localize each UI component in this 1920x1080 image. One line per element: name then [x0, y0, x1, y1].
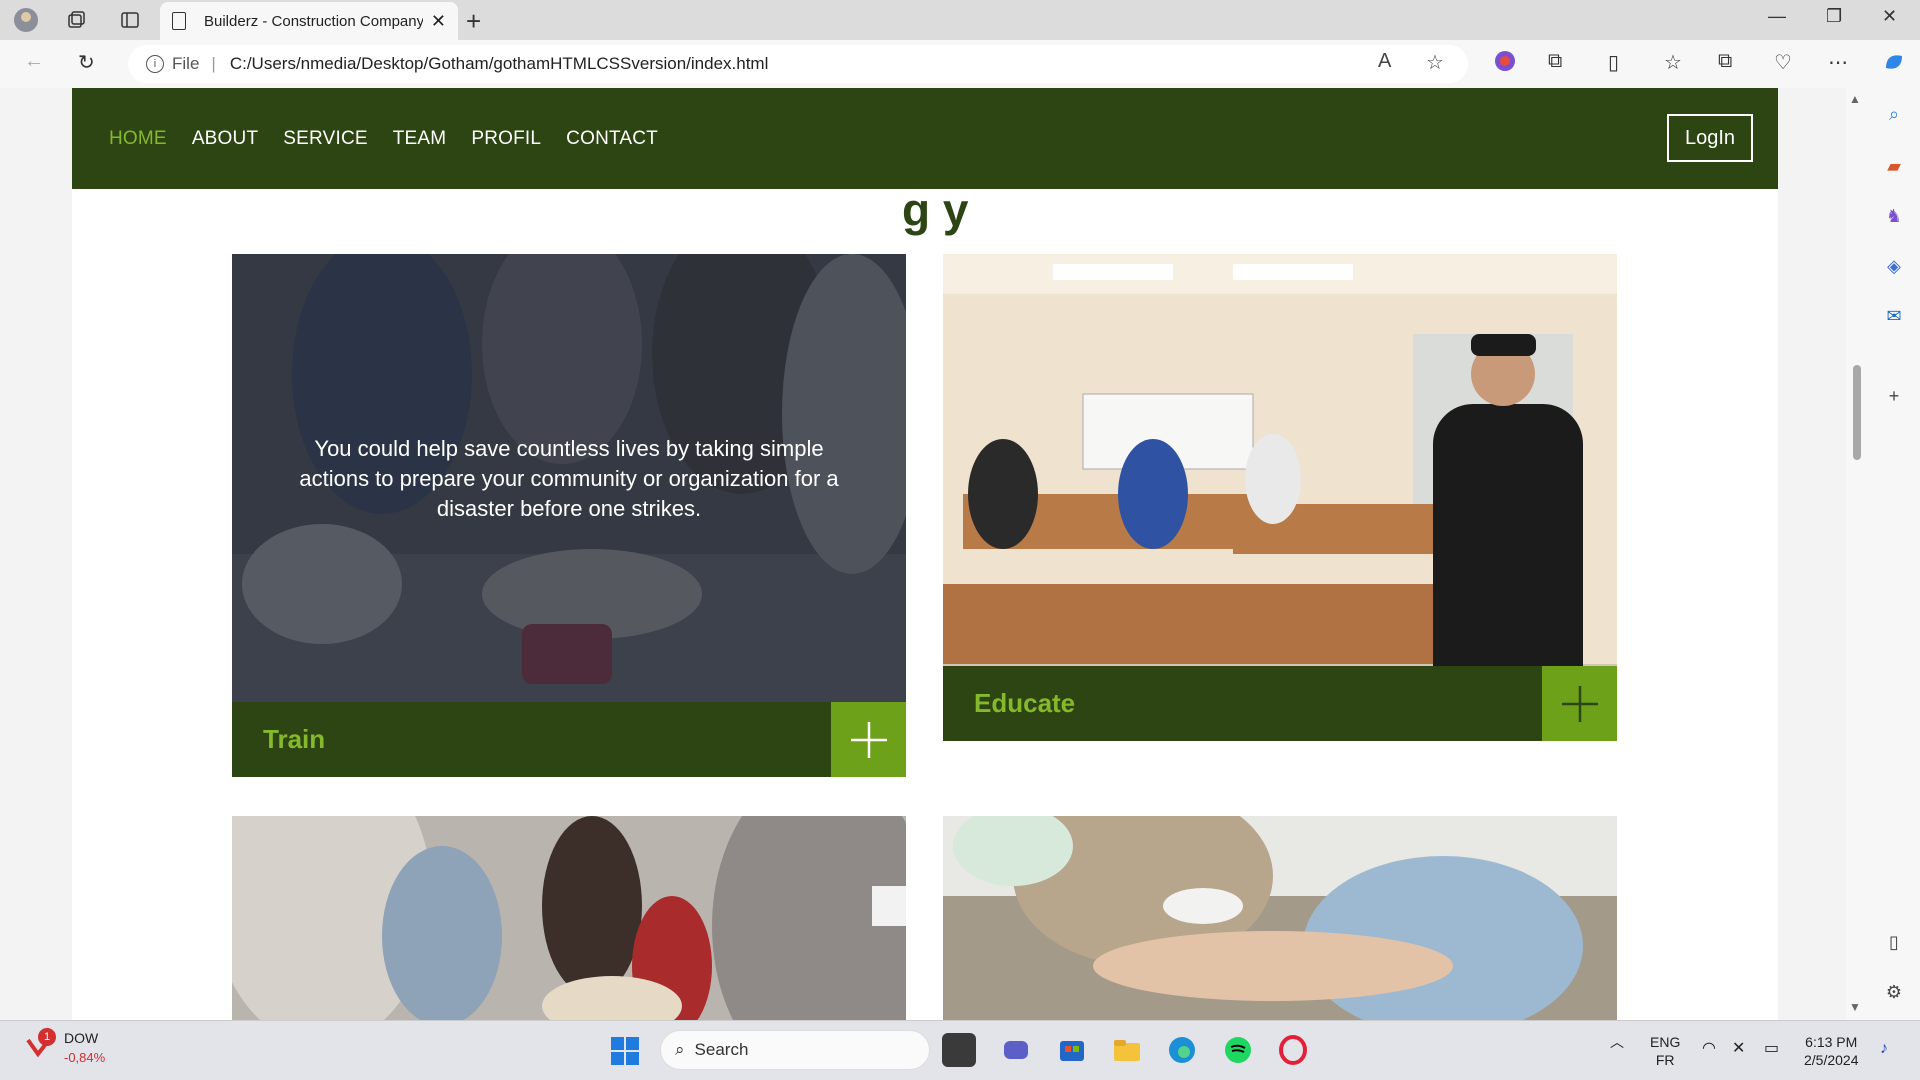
card-train-title[interactable]: Train [263, 724, 325, 755]
search-icon: ⌕ [675, 1040, 685, 1059]
extensions-icon[interactable]: ⧉ [1548, 50, 1562, 73]
notification-badge: 1 [38, 1028, 56, 1046]
language-top: ENG [1650, 1034, 1681, 1050]
minimize-icon[interactable]: — [1768, 6, 1786, 27]
show-hidden-icons[interactable]: ︿ [1610, 1033, 1624, 1051]
card-overlay-text: You could help save countless lives by t… [299, 436, 839, 521]
search-icon[interactable]: ⌕ [1880, 100, 1908, 128]
stock-change: -0,84% [64, 1050, 106, 1065]
address-separator: | [211, 54, 216, 73]
collections-icon[interactable]: ⧉ [1718, 50, 1732, 73]
site-navbar: HOME ABOUT SERVICE TEAM PROFIL CONTACT L… [72, 88, 1778, 189]
clock-time: 6:13 PM [1805, 1034, 1858, 1050]
profile-avatar-icon[interactable] [12, 6, 40, 34]
nav-profil[interactable]: PROFIL [471, 128, 541, 150]
card-educate[interactable]: Educate [943, 254, 1617, 741]
first-aid-photo [943, 816, 1617, 1020]
task-view-icon[interactable] [942, 1033, 976, 1067]
outlook-icon[interactable]: ✉ [1880, 302, 1908, 330]
extension-colorful-icon[interactable] [1494, 50, 1516, 78]
card-educate-bar: Educate [943, 666, 1617, 741]
sidebar-settings-icon[interactable]: ⚙ [1880, 978, 1908, 1006]
language-indicator[interactable]: ENG FR [1650, 1033, 1680, 1069]
nav-contact[interactable]: CONTACT [566, 128, 658, 150]
clock[interactable]: 6:13 PM 2/5/2024 [1804, 1033, 1859, 1069]
nav-about[interactable]: ABOUT [192, 128, 258, 150]
card-overlay: You could help save countless lives by t… [232, 254, 906, 704]
restore-icon[interactable]: ❐ [1826, 6, 1842, 27]
nav-service[interactable]: SERVICE [283, 128, 367, 150]
clock-date: 2/5/2024 [1804, 1052, 1859, 1068]
card-volunteer-photo[interactable] [232, 816, 906, 1020]
hide-sidebar-icon[interactable]: ▯ [1880, 928, 1908, 956]
nav-home[interactable]: HOME [109, 128, 167, 150]
document-icon [172, 12, 186, 30]
new-tab-button[interactable]: + [466, 6, 481, 37]
card-train-bar: Train [232, 702, 906, 777]
copilot-icon[interactable] [1882, 50, 1906, 80]
notifications-bell-icon[interactable]: ♪ [1880, 1040, 1888, 1058]
card-train[interactable]: You could help save countless lives by t… [232, 254, 906, 777]
settings-more-icon[interactable]: ⋯ [1828, 50, 1848, 75]
stock-symbol[interactable]: DOW [64, 1030, 98, 1046]
microsoft365-icon[interactable]: ◈ [1880, 252, 1908, 280]
browser-essentials-icon[interactable]: ♡ [1774, 50, 1792, 75]
scrollbar-thumb[interactable] [1853, 365, 1861, 460]
close-window-icon[interactable]: ✕ [1882, 6, 1897, 27]
games-icon[interactable]: ♞ [1880, 202, 1908, 230]
spotify-icon[interactable] [1221, 1033, 1255, 1067]
scroll-down-arrow-icon[interactable]: ▼ [1849, 1000, 1861, 1014]
back-icon[interactable]: ← [24, 50, 44, 73]
plus-icon[interactable] [831, 702, 906, 777]
page-scrollbar[interactable] [1846, 88, 1874, 1020]
file-explorer-icon[interactable] [1110, 1033, 1144, 1067]
nav-team[interactable]: TEAM [393, 128, 447, 150]
favorites-icon[interactable]: ☆ [1664, 50, 1682, 75]
page-viewport: HOME ABOUT SERVICE TEAM PROFIL CONTACT L… [4, 88, 1846, 1020]
tab-title: Builderz - Construction Company [204, 12, 423, 30]
card-educate-title[interactable]: Educate [974, 688, 1075, 719]
battery-icon[interactable]: ▭ [1764, 1040, 1779, 1058]
taskbar-search-label: Search [694, 1040, 749, 1059]
url-text[interactable]: C:/Users/nmedia/Desktop/Gotham/gothamHTM… [230, 54, 769, 74]
microsoft-store-icon[interactable] [1055, 1033, 1089, 1067]
card-first-aid-photo[interactable] [943, 816, 1617, 1020]
active-tab[interactable]: Builderz - Construction Company ✕ [160, 2, 458, 40]
login-button[interactable]: LogIn [1667, 114, 1753, 162]
close-tab-icon[interactable]: ✕ [431, 11, 446, 32]
address-bar[interactable]: i File | C:/Users/nmedia/Desktop/Gotham/… [128, 45, 1468, 83]
opera-icon[interactable] [1276, 1033, 1310, 1067]
add-sidebar-app-icon[interactable]: + [1880, 382, 1908, 410]
website-page: HOME ABOUT SERVICE TEAM PROFIL CONTACT L… [72, 88, 1778, 1020]
plus-icon[interactable] [1542, 666, 1617, 741]
workspaces-icon[interactable] [62, 6, 90, 34]
windows-start-icon[interactable] [610, 1036, 640, 1066]
taskbar-search[interactable]: ⌕ Search [660, 1030, 930, 1070]
volume-muted-icon[interactable]: ✕ [1732, 1040, 1745, 1058]
info-icon[interactable]: i [146, 55, 164, 73]
favorite-star-icon[interactable]: ☆ [1426, 50, 1444, 75]
split-screen-icon[interactable]: ▯ [1608, 50, 1619, 75]
read-aloud-icon[interactable]: A [1378, 50, 1391, 73]
vertical-tabs-icon[interactable] [116, 6, 144, 34]
scroll-up-arrow-icon[interactable]: ▲ [1849, 92, 1861, 106]
volunteers-photo [232, 816, 906, 1020]
tools-icon[interactable]: ▰ [1880, 152, 1908, 180]
address-file-label: File [172, 54, 200, 73]
language-bottom: FR [1655, 1052, 1675, 1068]
edge-browser-icon[interactable] [1165, 1033, 1199, 1067]
wifi-icon[interactable]: ◠ [1702, 1040, 1716, 1058]
section-heading-partial: g y [902, 184, 969, 236]
refresh-icon[interactable]: ↻ [78, 50, 95, 75]
meet-icon[interactable] [999, 1033, 1033, 1067]
